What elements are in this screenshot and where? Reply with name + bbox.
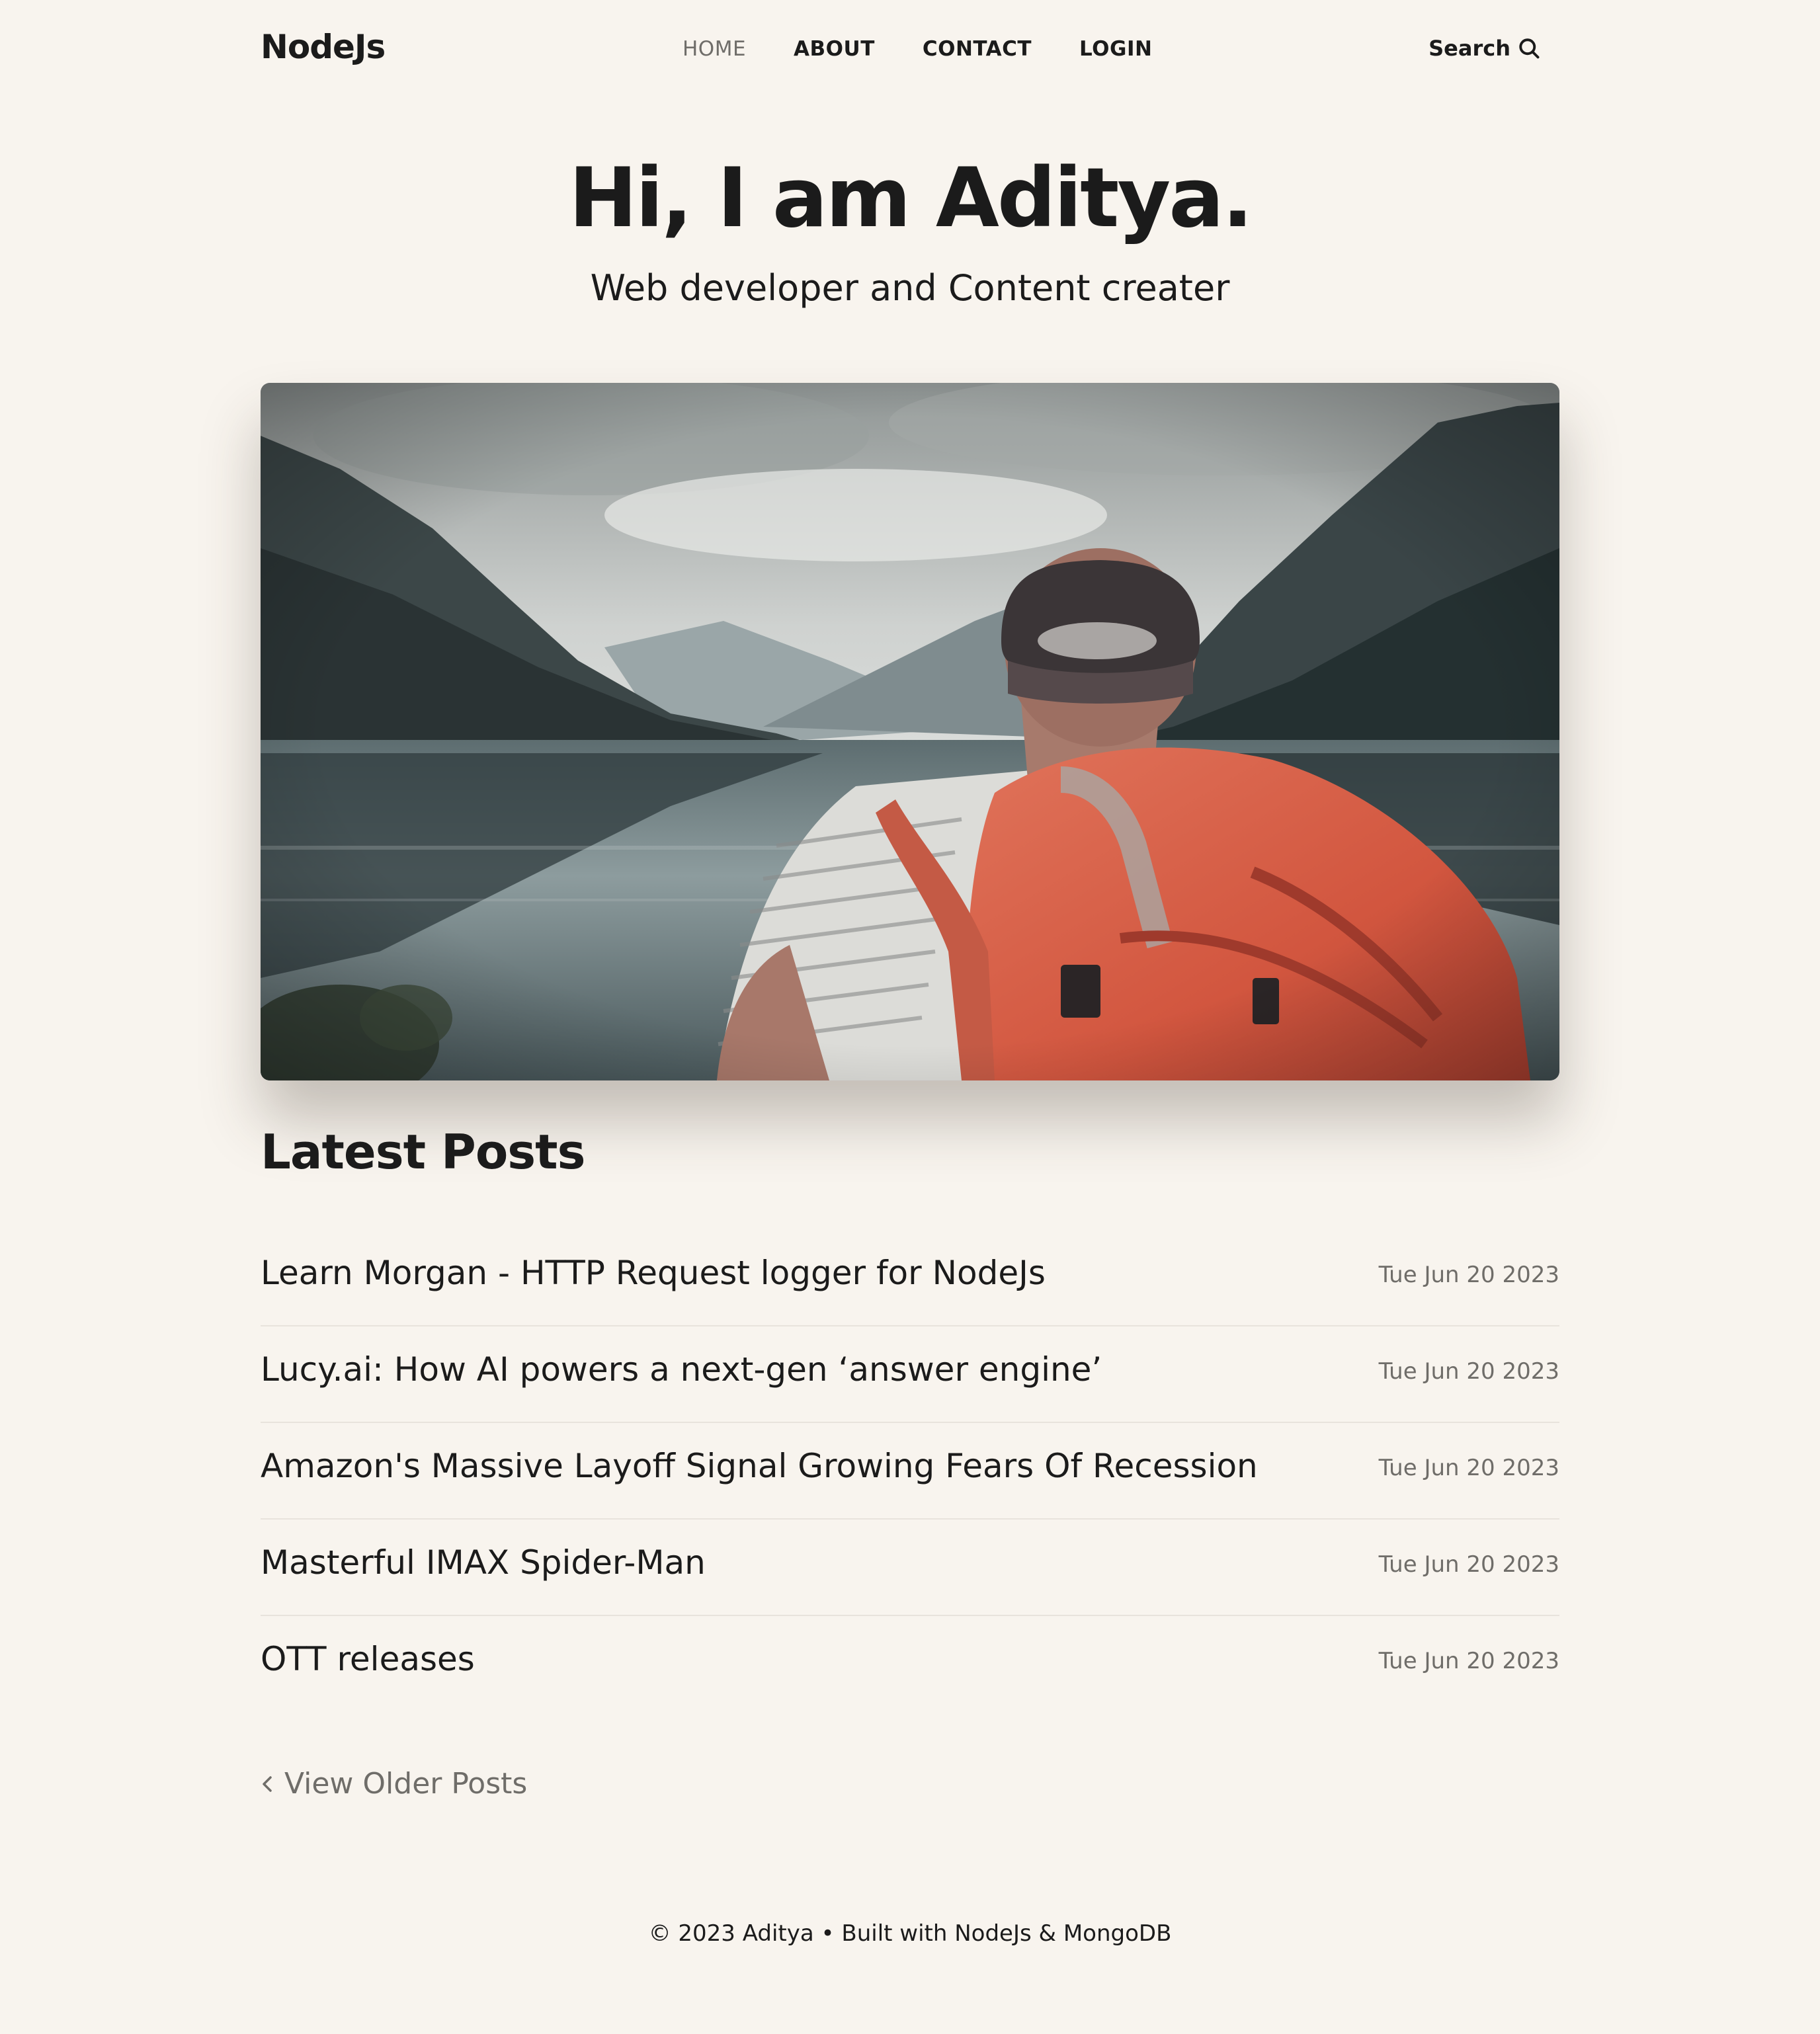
hero-image — [261, 383, 1559, 1080]
post-link[interactable]: Lucy.ai: How AI powers a next-gen ‘answe… — [261, 1350, 1102, 1389]
list-item: OTT releases Tue Jun 20 2023 — [261, 1616, 1559, 1713]
chevron-left-icon — [263, 1775, 272, 1792]
post-link[interactable]: Masterful IMAX Spider-Man — [261, 1543, 706, 1582]
hero-title: Hi, I am Aditya. — [568, 151, 1253, 246]
latest-posts-heading: Latest Posts — [261, 1124, 585, 1180]
site-logo[interactable]: NodeJs — [261, 28, 386, 66]
site-header: NodeJs HOME ABOUT CONTACT LOGIN Search — [261, 24, 1559, 77]
hero-subtitle: Web developer and Content creater — [590, 267, 1230, 309]
search-label: Search — [1428, 36, 1510, 61]
post-date: Tue Jun 20 2023 — [1378, 1648, 1559, 1674]
search-icon — [1519, 38, 1540, 59]
post-link[interactable]: OTT releases — [261, 1640, 475, 1678]
post-link[interactable]: Amazon's Massive Layoff Signal Growing F… — [261, 1447, 1258, 1485]
site-footer: © 2023 Aditya • Built with NodeJs & Mong… — [648, 1920, 1172, 1947]
view-older-posts-label: View Older Posts — [284, 1767, 528, 1801]
list-item: Lucy.ai: How AI powers a next-gen ‘answe… — [261, 1326, 1559, 1423]
post-date: Tue Jun 20 2023 — [1378, 1262, 1559, 1288]
search-button[interactable]: Search — [1428, 36, 1541, 61]
post-link[interactable]: Learn Morgan - HTTP Request logger for N… — [261, 1254, 1046, 1292]
list-item: Masterful IMAX Spider-Man Tue Jun 20 202… — [261, 1520, 1559, 1616]
nav-about[interactable]: ABOUT — [794, 37, 875, 61]
view-older-posts-link[interactable]: View Older Posts — [261, 1767, 527, 1801]
list-item: Amazon's Massive Layoff Signal Growing F… — [261, 1423, 1559, 1520]
nav-contact[interactable]: CONTACT — [923, 37, 1032, 61]
post-date: Tue Jun 20 2023 — [1378, 1551, 1559, 1578]
post-date: Tue Jun 20 2023 — [1378, 1455, 1559, 1481]
nav-login[interactable]: LOGIN — [1079, 37, 1152, 61]
list-item: Learn Morgan - HTTP Request logger for N… — [261, 1230, 1559, 1326]
post-list: Learn Morgan - HTTP Request logger for N… — [261, 1230, 1559, 1713]
main-nav: HOME ABOUT CONTACT LOGIN — [682, 37, 1200, 61]
post-date: Tue Jun 20 2023 — [1378, 1358, 1559, 1385]
nav-home[interactable]: HOME — [682, 37, 746, 61]
